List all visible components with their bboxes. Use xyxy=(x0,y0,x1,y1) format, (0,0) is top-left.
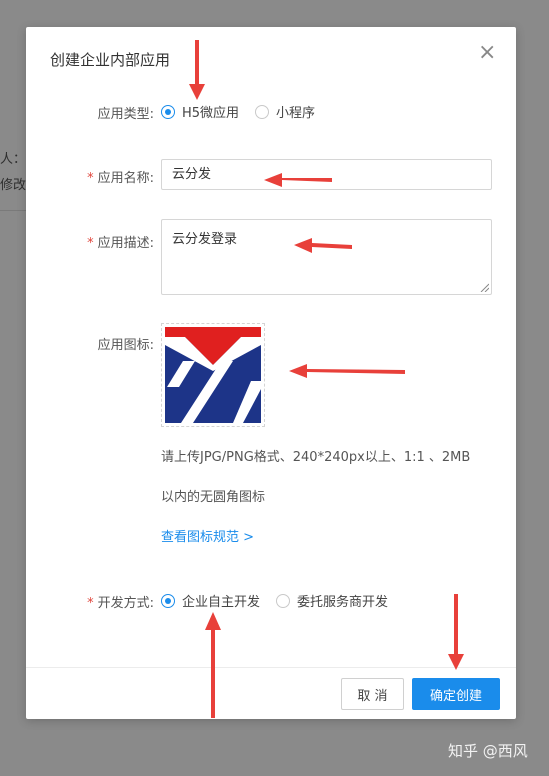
app-type-label-text: 应用类型: xyxy=(97,107,154,122)
dev-mode-label: * 开发方式: xyxy=(26,592,154,611)
app-desc-value: 云分发登录 xyxy=(172,232,238,247)
app-desc-label-text: 应用描述: xyxy=(97,236,154,251)
app-name-label: * 应用名称: xyxy=(26,167,154,186)
dev-mode-option-label: 企业自主开发 xyxy=(182,595,261,610)
dev-mode-option-self[interactable]: 企业自主开发 xyxy=(161,591,260,610)
app-icon-upload[interactable] xyxy=(161,323,265,427)
app-type-option-miniprogram[interactable]: 小程序 xyxy=(255,102,315,121)
icon-hint-line-2: 以内的无圆角图标 xyxy=(161,490,266,505)
dialog-title: 创建企业内部应用 xyxy=(50,51,171,69)
dev-mode-option-vendor[interactable]: 委托服务商开发 xyxy=(276,591,388,610)
app-icon-label-text: 应用图标: xyxy=(97,338,154,353)
dev-mode-radio-group: 企业自主开发 委托服务商开发 xyxy=(161,591,388,610)
app-desc-textarea[interactable]: 云分发登录 xyxy=(161,219,492,295)
footer-divider xyxy=(26,667,516,668)
cancel-button[interactable]: 取 消 xyxy=(341,678,404,710)
required-mark: * xyxy=(87,596,94,611)
app-name-input[interactable]: 云分发 xyxy=(161,159,492,190)
create-app-dialog: 创建企业内部应用 × 应用类型: H5微应用 小程序 * 应用名称: 云分发 * 应… xyxy=(26,27,516,719)
app-type-option-label: 小程序 xyxy=(276,106,316,121)
radio-unchecked-icon xyxy=(276,593,291,608)
view-icon-spec-link[interactable]: 查看图标规范 > xyxy=(161,526,254,545)
watermark: 知乎 @西风 xyxy=(448,742,528,760)
app-name-label-text: 应用名称: xyxy=(97,171,154,186)
app-name-value: 云分发 xyxy=(172,167,212,182)
dev-mode-label-text: 开发方式: xyxy=(97,596,154,611)
radio-unchecked-icon xyxy=(255,104,270,119)
app-logo-icon xyxy=(165,327,261,423)
app-type-option-label: H5微应用 xyxy=(182,106,240,121)
app-type-label: 应用类型: xyxy=(26,103,154,122)
confirm-create-button[interactable]: 确定创建 xyxy=(412,678,500,710)
close-icon[interactable]: × xyxy=(478,42,496,64)
required-mark: * xyxy=(87,236,94,251)
app-icon-label: 应用图标: xyxy=(26,334,154,353)
app-type-option-h5[interactable]: H5微应用 xyxy=(161,102,239,121)
required-mark: * xyxy=(87,171,94,186)
resize-grip-icon[interactable] xyxy=(480,283,489,292)
app-type-radio-group: H5微应用 小程序 xyxy=(161,102,315,121)
radio-checked-icon xyxy=(161,104,175,119)
radio-checked-icon xyxy=(161,593,175,608)
dev-mode-option-label: 委托服务商开发 xyxy=(297,595,389,610)
app-desc-label: * 应用描述: xyxy=(26,232,154,251)
icon-hint-line-1: 请上传JPG/PNG格式、240*240px以上、1:1 、2MB xyxy=(161,450,471,465)
